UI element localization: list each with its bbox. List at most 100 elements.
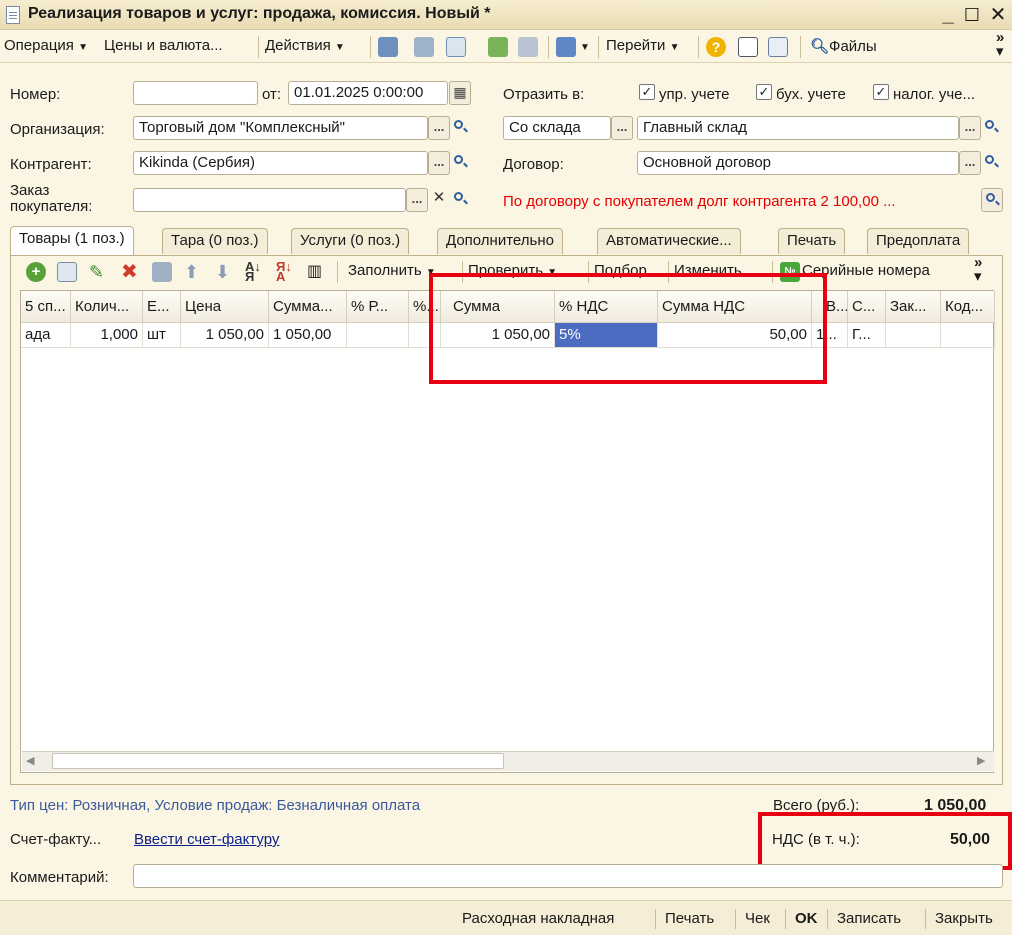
comment-label: Комментарий: — [10, 869, 109, 886]
copy-icon[interactable] — [446, 37, 466, 57]
maximize-button[interactable]: ☐ — [962, 2, 982, 28]
tab-containers[interactable]: Тара (0 поз.) — [162, 228, 268, 254]
organization-label: Организация: — [10, 121, 105, 138]
waybill-button[interactable]: Расходная накладная — [462, 910, 614, 927]
end-edit-icon[interactable] — [152, 262, 172, 282]
table-cell[interactable] — [347, 323, 409, 348]
title-bar: Реализация товаров и услуг: продажа, ком… — [0, 0, 1012, 30]
number-input[interactable] — [133, 81, 258, 105]
column-header[interactable]: 5 сп... — [21, 291, 71, 323]
column-header[interactable]: Зак... — [886, 291, 941, 323]
goto-menu[interactable]: Перейти ▼ — [606, 37, 680, 54]
column-header[interactable]: Код... — [941, 291, 995, 323]
minimize-button[interactable]: _ — [938, 2, 958, 28]
help-icon[interactable]: ? — [706, 37, 726, 57]
horizontal-scrollbar[interactable]: ◀ ▶ — [22, 751, 994, 771]
table-cell[interactable]: шт — [143, 323, 181, 348]
table-cell[interactable]: Г... — [848, 323, 886, 348]
sort-desc-icon[interactable]: Я↓ A — [276, 260, 296, 283]
tab-automatic[interactable]: Автоматические... — [597, 228, 741, 254]
print-button[interactable]: Печать — [665, 910, 714, 927]
scroll-left-icon[interactable]: ◀ — [26, 754, 34, 767]
order-search-icon[interactable] — [450, 188, 472, 212]
scroll-right-icon[interactable]: ▶ — [977, 754, 985, 767]
warehouse-type-button[interactable]: ... — [611, 116, 633, 140]
move-up-icon[interactable]: ⬆ — [184, 262, 204, 282]
reflect-tax-checkbox[interactable]: ✓ — [873, 84, 889, 100]
operation-menu[interactable]: Операция ▼ — [4, 37, 88, 54]
counterparty-select-button[interactable]: ... — [428, 151, 450, 175]
ok-button[interactable]: OK — [795, 910, 818, 927]
column-header[interactable]: % Р... — [347, 291, 409, 323]
column-header[interactable]: Колич... — [71, 291, 143, 323]
tab-additional[interactable]: Дополнительно — [437, 228, 563, 254]
order-select-button[interactable]: ... — [406, 188, 428, 212]
edit-row-icon[interactable]: ✎ — [89, 262, 109, 282]
date-input[interactable]: 01.01.2025 0:00:00 — [288, 81, 448, 105]
tab-services[interactable]: Услуги (0 поз.) — [291, 228, 410, 254]
add-row-icon[interactable]: + — [26, 262, 46, 282]
tab-goods[interactable]: Товары (1 поз.) — [10, 226, 134, 256]
delete-row-icon[interactable]: ✖ — [121, 262, 141, 282]
receipt-button[interactable]: Чек — [745, 910, 770, 927]
column-header[interactable]: Е... — [143, 291, 181, 323]
list-icon[interactable] — [738, 37, 758, 57]
table-cell[interactable]: ада — [21, 323, 71, 348]
customer-order-input[interactable] — [133, 188, 406, 212]
structure-view-icon[interactable] — [768, 37, 788, 57]
order-clear-icon[interactable]: ✕ — [428, 188, 450, 212]
movements-icon[interactable] — [556, 37, 576, 57]
grid-toolbar-overflow-icon[interactable]: » ▾ — [974, 255, 982, 284]
table-cell[interactable] — [886, 323, 941, 348]
table-cell[interactable]: 1 050,00 — [181, 323, 269, 348]
close-window-button[interactable]: ✕ — [988, 2, 1008, 28]
post-icon[interactable] — [414, 37, 434, 57]
warehouse-select-button[interactable]: ... — [959, 116, 981, 140]
debt-notice-search-icon[interactable] — [981, 188, 1003, 212]
copy-row-icon[interactable] — [57, 262, 77, 282]
contract-input[interactable]: Основной договор — [637, 151, 959, 175]
counterparty-input[interactable]: Kikinda (Сербия) — [133, 151, 428, 175]
save-icon[interactable] — [378, 37, 398, 57]
save-button[interactable]: Записать — [837, 910, 901, 927]
reflect-mgmt-checkbox[interactable]: ✓ — [639, 84, 655, 100]
organization-search-icon[interactable] — [450, 116, 472, 140]
enter-invoice-link[interactable]: Ввести счет-фактуру — [134, 831, 279, 848]
from-warehouse-select[interactable]: Со склада — [503, 116, 611, 140]
warehouse-search-icon[interactable] — [981, 116, 1003, 140]
based-on-icon[interactable] — [488, 37, 508, 57]
column-header[interactable]: Цена — [181, 291, 269, 323]
move-down-icon[interactable]: ⬇ — [215, 262, 235, 282]
column-header[interactable]: С... — [848, 291, 886, 323]
comment-input[interactable] — [133, 864, 1003, 888]
prices-currency-button[interactable]: Цены и валюта... — [104, 37, 223, 54]
contract-search-icon[interactable] — [981, 151, 1003, 175]
tab-prepayment[interactable]: Предоплата — [867, 228, 970, 254]
reflect-acc-checkbox[interactable]: ✓ — [756, 84, 772, 100]
calendar-icon[interactable]: ▦ — [449, 81, 471, 105]
actions-menu[interactable]: Действия ▼ — [265, 37, 345, 54]
counterparty-search-icon[interactable] — [450, 151, 472, 175]
order-label: Заказ покупателя: — [10, 182, 93, 215]
table-cell[interactable]: 1 050,00 — [269, 323, 347, 348]
warehouse-input[interactable]: Главный склад — [637, 116, 959, 140]
column-header[interactable]: Сумма... — [269, 291, 347, 323]
close-button[interactable]: Закрыть — [935, 910, 993, 927]
organization-input[interactable]: Торговый дом "Комплексный" — [133, 116, 428, 140]
toolbar-overflow-icon[interactable]: » ▾ — [996, 30, 1004, 59]
movements-dropdown[interactable]: ▼ — [580, 37, 590, 54]
reflect-mgmt-label: упр. учете — [659, 86, 730, 103]
table-cell[interactable] — [941, 323, 995, 348]
tab-print[interactable]: Печать — [778, 228, 846, 254]
price-info[interactable]: Тип цен: Розничная, Условие продаж: Безн… — [10, 797, 420, 814]
structure-icon[interactable] — [518, 37, 538, 57]
scrollbar-thumb[interactable] — [52, 753, 504, 769]
barcode-icon[interactable]: ▥ — [307, 262, 327, 282]
fill-menu[interactable]: Заполнить ▼ — [348, 262, 436, 279]
table-cell[interactable]: 1,000 — [71, 323, 143, 348]
sort-asc-icon[interactable]: A↓ Я — [245, 260, 265, 283]
contract-select-button[interactable]: ... — [959, 151, 981, 175]
files-button[interactable]: 🔍︎Файлы — [810, 37, 877, 55]
window-title: Реализация товаров и услуг: продажа, ком… — [28, 5, 491, 22]
organization-select-button[interactable]: ... — [428, 116, 450, 140]
